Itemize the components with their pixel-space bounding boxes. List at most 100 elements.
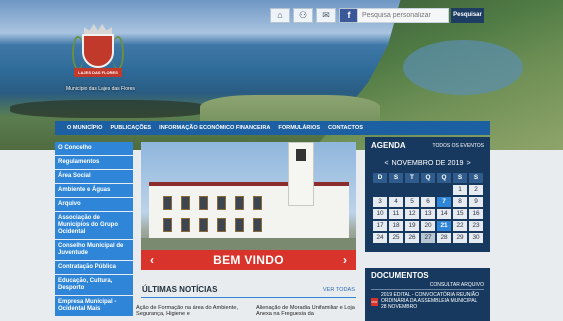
nav-item-contactos[interactable]: CONTACTOS (328, 125, 363, 131)
calendar-day[interactable]: 9 (469, 197, 483, 207)
nav-item-formularios[interactable]: FORMULÁRIOS (278, 125, 320, 131)
sidebar-item-juventude[interactable]: Conselho Municipal de Juventude (55, 240, 133, 261)
banner-prev-button[interactable]: ‹ (147, 253, 157, 267)
news-title: ÚLTIMAS NOTÍCIAS (142, 285, 218, 294)
calendar-prev-button[interactable]: < (384, 158, 388, 167)
nav-item-municipio[interactable]: O MUNICÍPIO (67, 125, 102, 131)
calendar-day[interactable]: 25 (389, 233, 403, 243)
agenda-all-events-link[interactable]: TODOS OS EVENTOS (433, 143, 485, 149)
calendar-empty-cell (373, 185, 387, 195)
top-tools: ⌂ ⚇ ✉ f (270, 8, 359, 23)
calendar-day[interactable]: 7 (437, 197, 451, 207)
sidebar-item-ambiente[interactable]: Ambiente e Águas (55, 184, 133, 198)
sidebar-item-concelho[interactable]: O Concelho (55, 142, 133, 156)
sidebar-item-arquivo[interactable]: Arquivo (55, 198, 133, 212)
sitemap-icon[interactable]: ⚇ (293, 8, 313, 23)
documents-panel: DOCUMENTOS CONSULTAR ARQUIVO PDF 2019 ED… (365, 268, 490, 321)
banner-title: BEM VINDO (213, 253, 284, 267)
calendar-weekday: Q (437, 173, 451, 183)
calendar-empty-cell (421, 185, 435, 195)
calendar-day[interactable]: 10 (373, 209, 387, 219)
sidebar-item-contratacao[interactable]: Contratação Pública (55, 261, 133, 275)
rocks-scenery (10, 100, 210, 118)
calendar-day[interactable]: 18 (389, 221, 403, 231)
calendar-day[interactable]: 1 (453, 185, 467, 195)
calendar-day[interactable]: 23 (469, 221, 483, 231)
calendar-day[interactable]: 21 (437, 221, 451, 231)
calendar-day[interactable]: 27 (421, 233, 435, 243)
facebook-icon[interactable]: f (339, 8, 359, 23)
calendar-day[interactable]: 5 (405, 197, 419, 207)
calendar-weekday: S (453, 173, 467, 183)
shield-icon (82, 34, 114, 68)
agenda-panel: AGENDA TODOS OS EVENTOS < NOVEMBRO DE 20… (365, 137, 490, 252)
calendar-day[interactable]: 2 (469, 185, 483, 195)
nav-item-info-economico[interactable]: INFORMAÇÃO ECONÓMICO FINANCEIRA (159, 125, 270, 131)
calendar-weekday: S (469, 173, 483, 183)
calendar-month-nav: < NOVEMBRO DE 2019 > (373, 157, 482, 168)
calendar-day[interactable]: 30 (469, 233, 483, 243)
town-hall-image (149, 182, 349, 240)
sidebar-item-empresa[interactable]: Empresa Municipal - Ocidental Mais (55, 296, 133, 317)
nav-item-publicacoes[interactable]: PUBLICAÇÕES (110, 125, 151, 131)
sidebar-item-educacao[interactable]: Educação, Cultura, Desporto (55, 275, 133, 296)
calendar-day[interactable]: 12 (405, 209, 419, 219)
search-button[interactable]: Pesquisar (451, 8, 484, 23)
calendar-day[interactable]: 22 (453, 221, 467, 231)
calendar-day[interactable]: 13 (421, 209, 435, 219)
banner-caption-bar: ‹ BEM VINDO › (141, 250, 356, 270)
logo-ribbon: LAJES DAS FLORES (74, 68, 122, 77)
documents-title: DOCUMENTOS (371, 271, 429, 280)
calendar-empty-cell (437, 185, 451, 195)
calendar-day[interactable]: 24 (373, 233, 387, 243)
calendar-day[interactable]: 20 (421, 221, 435, 231)
main-nav: O MUNICÍPIO PUBLICAÇÕES INFORMAÇÃO ECONÓ… (55, 121, 490, 135)
calendar-day[interactable]: 4 (389, 197, 403, 207)
calendar-day[interactable]: 19 (405, 221, 419, 231)
pdf-icon: PDF (371, 298, 378, 306)
news-header: ÚLTIMAS NOTÍCIAS VER TODAS (141, 284, 356, 298)
calendar-day[interactable]: 17 (373, 221, 387, 231)
search-input[interactable] (357, 8, 449, 23)
calendar-weekday: Q (421, 173, 435, 183)
divider (371, 289, 484, 290)
news-item[interactable]: Alienação de Moradia Unifamiliar e Loja … (256, 305, 366, 318)
calendar-day[interactable]: 6 (421, 197, 435, 207)
mail-icon[interactable]: ✉ (316, 8, 336, 23)
municipality-name: Município das Lajes das Flores (66, 86, 135, 92)
calendar-day[interactable]: 8 (453, 197, 467, 207)
calendar-month-label: NOVEMBRO DE 2019 (391, 158, 464, 167)
calendar-day[interactable]: 11 (389, 209, 403, 219)
calendar-weekday: D (373, 173, 387, 183)
municipality-logo[interactable]: LAJES DAS FLORES Município das Lajes das… (66, 22, 135, 92)
calendar-empty-cell (389, 185, 403, 195)
welcome-banner[interactable]: ‹ BEM VINDO › (141, 142, 356, 270)
calendar-weekday: S (389, 173, 403, 183)
calendar-day[interactable]: 28 (437, 233, 451, 243)
banner-next-button[interactable]: › (340, 253, 350, 267)
sidebar-item-associacao[interactable]: Associação de Municípios do Grupo Ociden… (55, 212, 133, 240)
agenda-title: AGENDA (371, 141, 406, 150)
calendar-grid: D S T Q Q S S 1 2 3 4 5 6 7 8 9 10 11 12 13 14 15 16 17 18 19 20 21… (373, 173, 485, 243)
calendar-day[interactable]: 29 (453, 233, 467, 243)
bay-scenery (403, 40, 523, 95)
news-item[interactable]: Ação de Formação na área do Ambiente, Se… (136, 305, 246, 318)
calendar-weekday: T (405, 173, 419, 183)
home-icon[interactable]: ⌂ (270, 8, 290, 23)
sidebar-item-regulamentos[interactable]: Regulamentos (55, 156, 133, 170)
news-view-all-link[interactable]: VER TODAS (323, 287, 355, 293)
calendar-day[interactable]: 14 (437, 209, 451, 219)
coat-of-arms: LAJES DAS FLORES (70, 22, 126, 80)
documents-archive-link[interactable]: CONSULTAR ARQUIVO (430, 282, 484, 288)
calendar-next-button[interactable]: > (466, 158, 470, 167)
calendar-day[interactable]: 16 (469, 209, 483, 219)
news-list: Ação de Formação na área do Ambiente, Se… (136, 305, 366, 318)
calendar-day[interactable]: 15 (453, 209, 467, 219)
calendar-day[interactable]: 26 (405, 233, 419, 243)
clock-tower (288, 142, 314, 206)
calendar-day[interactable]: 3 (373, 197, 387, 207)
document-item[interactable]: 2019 EDITAL - CONVOCATÓRIA REUNIÃO ORDIN… (381, 292, 481, 310)
sidebar: O Concelho Regulamentos Área Social Ambi… (55, 142, 133, 317)
sidebar-item-area-social[interactable]: Área Social (55, 170, 133, 184)
calendar-empty-cell (405, 185, 419, 195)
